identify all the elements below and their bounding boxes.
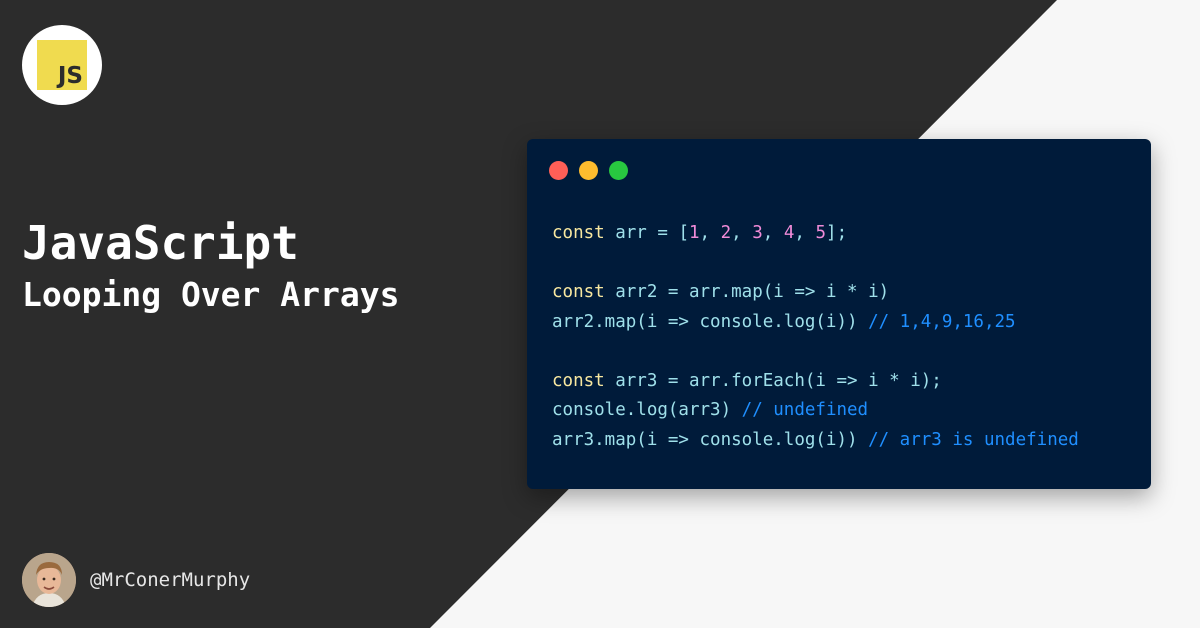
js-logo: JS: [22, 25, 102, 105]
author-handle: @MrConerMurphy: [90, 569, 251, 591]
code-line: console.log(arr3) // undefined: [552, 396, 1079, 426]
code-token: arr = [: [604, 223, 689, 243]
page-subtitle: Looping Over Arrays: [22, 275, 400, 314]
code-token: // arr3 is undefined: [868, 429, 1079, 450]
page-title: JavaScript: [22, 216, 299, 270]
code-token: arr2 = arr.map(i => i * i): [604, 282, 890, 302]
code-token: ];: [826, 223, 848, 243]
code-token: arr3 = arr.forEach(i => i * i);: [604, 370, 942, 391]
avatar: [22, 553, 76, 607]
minimize-dot-icon: [579, 161, 598, 180]
code-line: const arr = [1, 2, 3, 4, 5];: [552, 219, 1079, 249]
code-token: ,: [699, 223, 721, 243]
code-token: arr3.map(i => console.log(i)): [552, 429, 869, 450]
maximize-dot-icon: [609, 161, 628, 180]
code-token: 5: [815, 223, 827, 243]
code-block: const arr = [1, 2, 3, 4, 5]; const arr2 =…: [552, 219, 1079, 455]
code-token: // undefined: [741, 400, 869, 420]
code-token: const: [552, 282, 605, 302]
code-token: const: [552, 223, 605, 243]
window-controls: [549, 161, 628, 180]
code-window: const arr = [1, 2, 3, 4, 5]; const arr2 =…: [527, 139, 1151, 489]
avatar-image: [22, 553, 76, 607]
code-line: arr2.map(i => console.log(i)) // 1,4,9,1…: [552, 308, 1079, 338]
code-token: ,: [794, 223, 816, 243]
js-logo-square: JS: [37, 40, 87, 90]
author-info: @MrConerMurphy: [22, 553, 250, 607]
code-token: const: [552, 370, 605, 391]
close-dot-icon: [549, 161, 568, 180]
code-token: 4: [783, 223, 795, 243]
code-token: 3: [752, 223, 763, 243]
code-line: const arr3 = arr.forEach(i => i * i);: [552, 367, 1079, 397]
code-token: 1: [688, 223, 700, 243]
code-line: arr3.map(i => console.log(i)) // arr3 is…: [552, 426, 1079, 456]
js-logo-text: JS: [57, 63, 83, 89]
code-token: arr2.map(i => console.log(i)): [552, 311, 869, 332]
code-token: ,: [731, 223, 753, 243]
code-token: console.log(arr3): [552, 400, 742, 420]
code-token: ,: [762, 223, 784, 243]
code-token: 2: [720, 223, 732, 243]
code-token: // 1,4,9,16,25: [868, 311, 1016, 332]
code-line: const arr2 = arr.map(i => i * i): [552, 278, 1079, 308]
